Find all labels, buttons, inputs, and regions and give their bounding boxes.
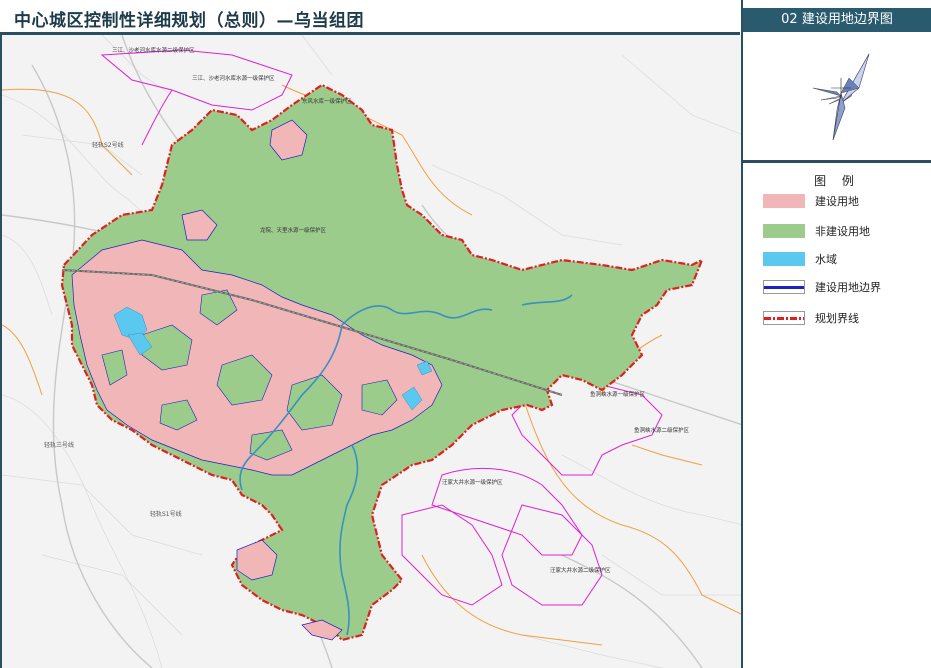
label-zone3: 东风水库一级保护区: [302, 97, 352, 105]
planning-line-swatch: [763, 311, 805, 325]
legend-label-construction: 建设用地: [815, 195, 859, 208]
legend-item-construction: 建设用地: [763, 191, 859, 211]
legend-label-water: 水域: [815, 253, 837, 266]
page-title: 中心城区控制性详细规划（总则）—乌当组团: [14, 11, 364, 31]
legend-label-planning-line: 规划界线: [815, 312, 859, 325]
legend-label-boundary: 建设用地边界: [815, 281, 881, 294]
label-zone8: 汪家大井水源二级保护区: [550, 566, 611, 574]
sidebar-divider: [743, 160, 931, 163]
label-zone2: 三江、沙老河水库水源一级保护区: [192, 74, 275, 82]
legend-item-planning-line: 规划界线: [763, 308, 859, 328]
label-road3: 轻轨S1号线: [150, 510, 182, 518]
sidebar-panel: 02 建设用地边界图 图 例 建设用地 非建设用地 水域 建设用地边界 规划界线: [741, 0, 931, 668]
construction-boundary-swatch: [763, 280, 805, 294]
map-canvas[interactable]: 三江、沙老河水库水源二级保护区 三江、沙老河水库水源一级保护区 东风水库一级保护…: [0, 35, 741, 668]
label-zone1: 三江、沙老河水库水源二级保护区: [112, 46, 195, 54]
legend-item-nonconstruction: 非建设用地: [763, 221, 870, 241]
north-arrow-icon: [812, 53, 870, 141]
map-svg: 三江、沙老河水库水源二级保护区 三江、沙老河水库水源一级保护区 东风水库一级保护…: [2, 35, 741, 668]
label-zone5: 鱼洞峡水源一级保护区: [590, 390, 646, 398]
legend-title: 图 例: [814, 174, 860, 188]
label-zone7: 汪家大井水源一级保护区: [442, 478, 503, 486]
label-zone4: 龙院、天里水源一级保护区: [260, 226, 327, 234]
label-road1: 轻轨S2号线: [92, 141, 124, 149]
label-road2: 轻轨三号线: [44, 441, 74, 449]
label-zone6: 鱼洞峡水源二级保护区: [634, 426, 690, 434]
nonconstruction-land-swatch: [763, 224, 805, 238]
legend-item-water: 水域: [763, 249, 837, 269]
legend-item-boundary: 建设用地边界: [763, 277, 881, 297]
panel-title: 02 建设用地边界图: [743, 8, 931, 32]
legend-label-nonconstruction: 非建设用地: [815, 225, 870, 238]
water-swatch: [763, 252, 805, 266]
construction-land-swatch: [763, 194, 805, 208]
